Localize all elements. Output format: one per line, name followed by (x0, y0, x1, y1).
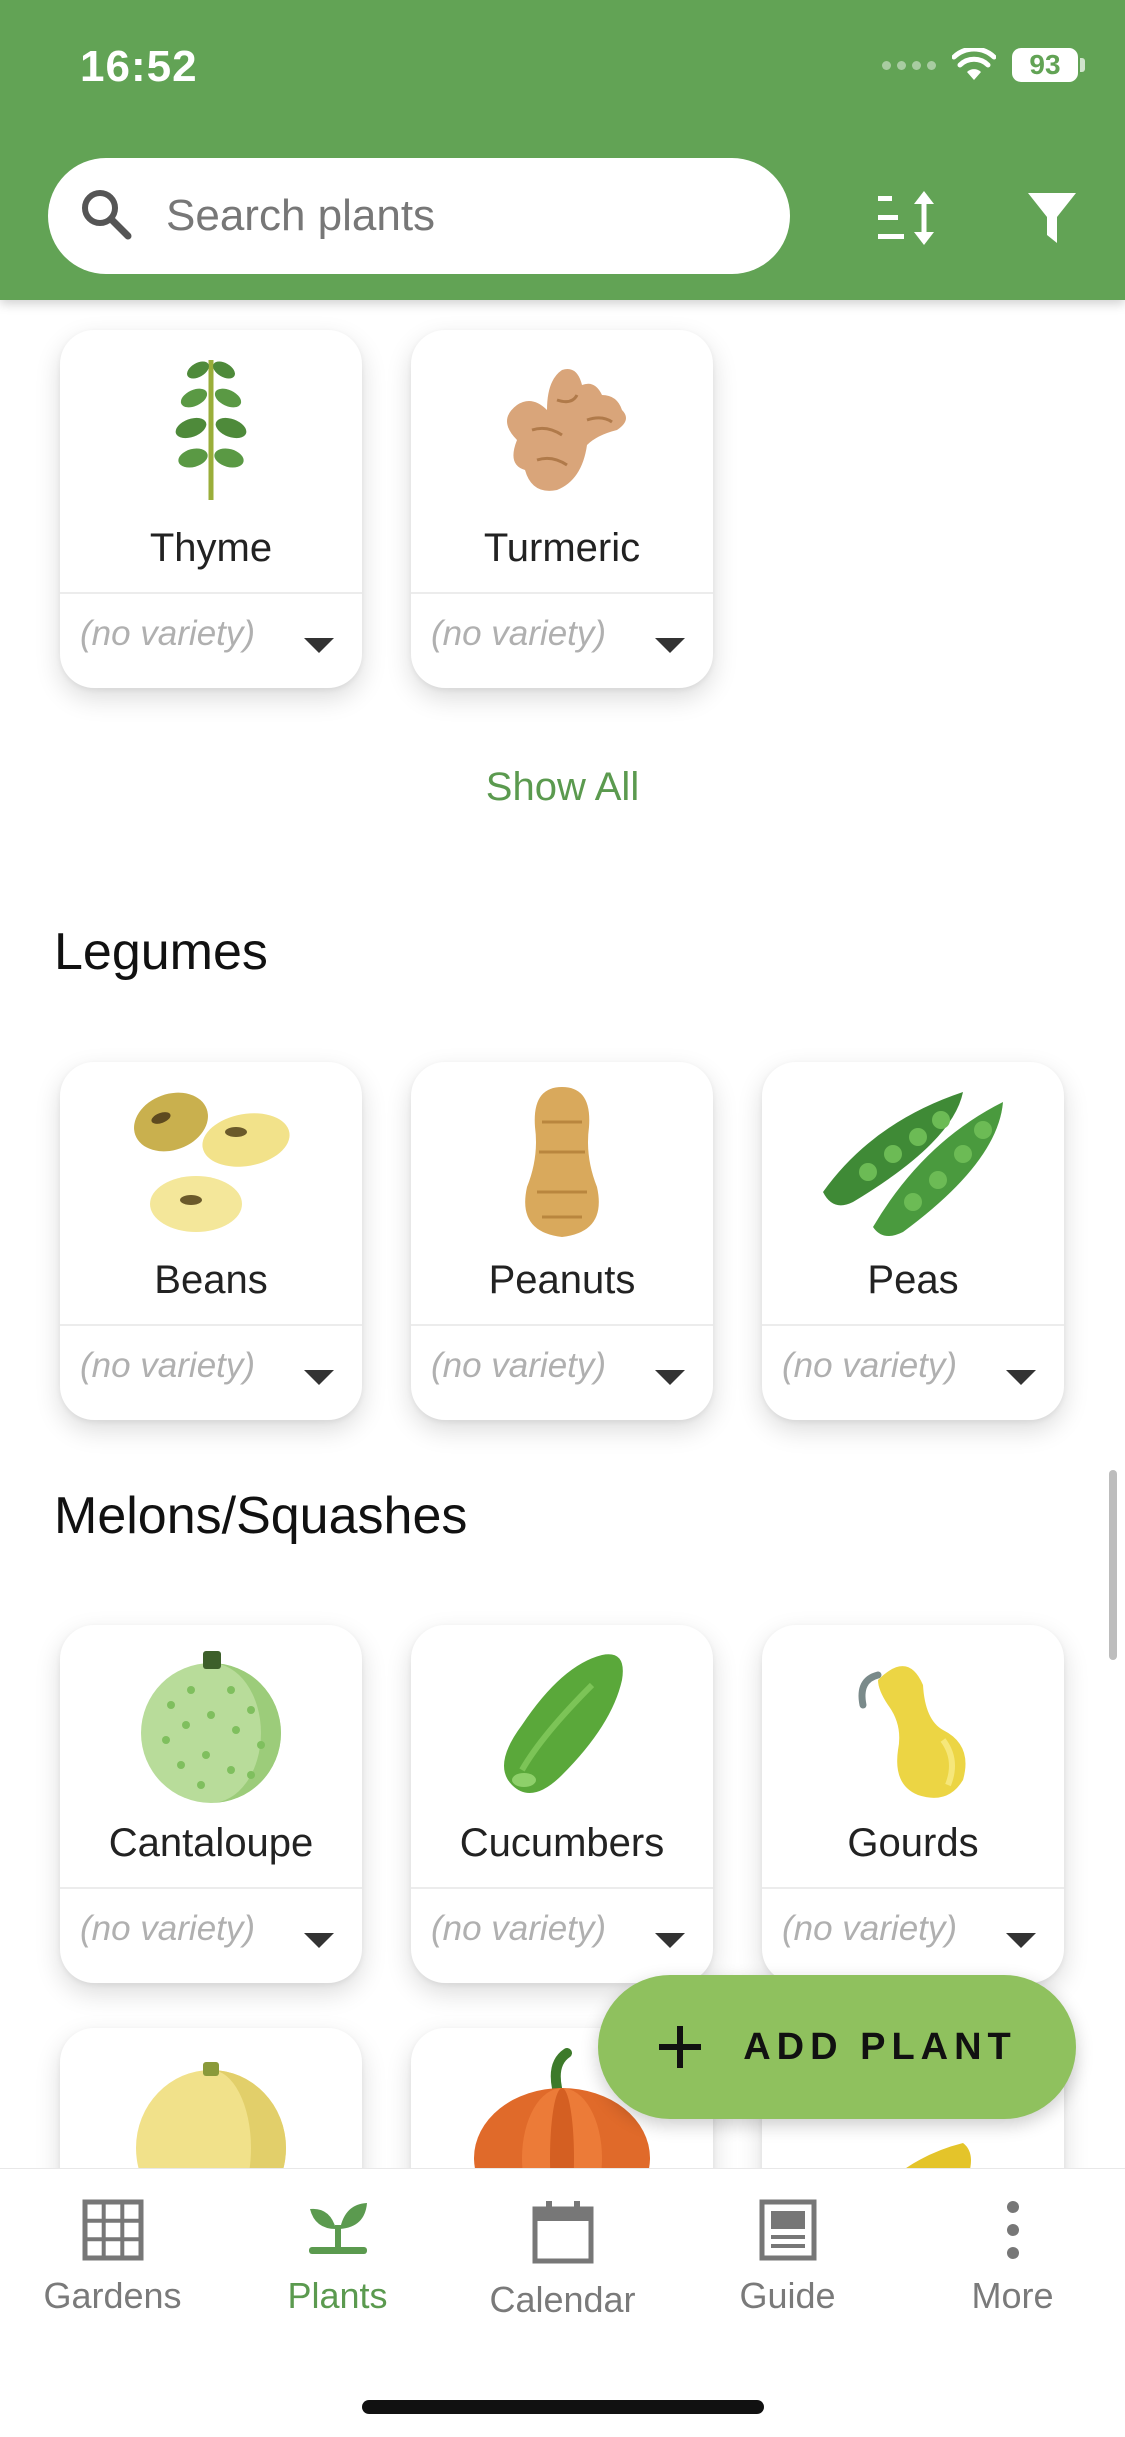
add-plant-button[interactable]: ADD PLANT (598, 1975, 1076, 2119)
plant-name: Peanuts (488, 1258, 636, 1302)
plant-name: Thyme (149, 526, 273, 570)
caret-down-icon[interactable] (304, 638, 334, 653)
turmeric-image (411, 350, 713, 500)
squash-image (60, 2048, 362, 2168)
status-icons: 93 (882, 48, 1085, 82)
plant-list[interactable]: Thyme (no variety) Turmeric (no variety)… (0, 300, 1125, 2168)
peas-image (762, 1082, 1064, 1236)
caret-down-icon[interactable] (304, 1933, 334, 1948)
scrollbar[interactable] (1109, 1470, 1117, 1660)
show-all-link[interactable]: Show All (0, 765, 1125, 810)
app-header: 16:52 93 (0, 0, 1125, 300)
plant-card-cucumbers[interactable]: Cucumbers (no variety) (411, 1625, 713, 1983)
variety-selector[interactable]: (no variety) (80, 1909, 255, 1949)
plant-name: Cucumbers (459, 1821, 665, 1865)
plant-card-partial[interactable] (60, 2028, 362, 2168)
nav-guide[interactable]: Guide (675, 2199, 900, 2317)
variety-selector[interactable]: (no variety) (431, 614, 606, 654)
sprout-icon (308, 2203, 367, 2254)
filter-button[interactable] (1012, 178, 1092, 258)
home-indicator (362, 2400, 764, 2414)
variety-selector[interactable]: (no variety) (782, 1346, 957, 1386)
search-input[interactable] (164, 190, 728, 242)
sort-icon (878, 191, 934, 245)
add-plant-label: ADD PLANT (743, 2025, 1017, 2068)
nav-plants[interactable]: Plants (225, 2199, 450, 2317)
guide-icon (759, 2199, 816, 2261)
search-icon (78, 186, 134, 247)
search-bar[interactable] (48, 158, 790, 274)
caret-down-icon[interactable] (1006, 1370, 1036, 1385)
plant-name: Beans (154, 1258, 268, 1302)
plant-card-beans[interactable]: Beans (no variety) (60, 1062, 362, 1420)
cantaloupe-image (60, 1645, 362, 1803)
variety-selector[interactable]: (no variety) (431, 1909, 606, 1949)
cucumbers-image (411, 1645, 713, 1795)
more-icon (1006, 2201, 1019, 2259)
section-title-melons: Melons/Squashes (54, 1487, 468, 1545)
plant-name: Peas (867, 1258, 959, 1302)
variety-selector[interactable]: (no variety) (782, 1909, 957, 1949)
caret-down-icon[interactable] (655, 638, 685, 653)
variety-selector[interactable]: (no variety) (80, 614, 255, 654)
gourds-image (762, 1645, 1064, 1798)
beans-image (60, 1082, 362, 1232)
plant-card-turmeric[interactable]: Turmeric (no variety) (411, 330, 713, 688)
caret-down-icon[interactable] (1006, 1933, 1036, 1948)
sort-button[interactable] (868, 178, 948, 258)
battery-icon: 93 (1012, 48, 1078, 82)
peanuts-image (411, 1082, 713, 1237)
section-title-legumes: Legumes (54, 923, 268, 981)
thyme-image (60, 350, 362, 500)
plant-card-gourds[interactable]: Gourds (no variety) (762, 1625, 1064, 1983)
caret-down-icon[interactable] (655, 1933, 685, 1948)
plant-name: Cantaloupe (108, 1821, 314, 1865)
variety-selector[interactable]: (no variety) (431, 1346, 606, 1386)
grid-icon (82, 2199, 143, 2261)
variety-selector[interactable]: (no variety) (80, 1346, 255, 1386)
plant-name: Gourds (847, 1821, 979, 1865)
caret-down-icon[interactable] (304, 1370, 334, 1385)
plant-card-peas[interactable]: Peas (no variety) (762, 1062, 1064, 1420)
calendar-icon (532, 2201, 593, 2264)
wifi-icon (952, 48, 996, 80)
nav-more[interactable]: More (900, 2199, 1125, 2317)
bottom-navigation: Gardens Plants Calendar Guide More (0, 2168, 1125, 2437)
plant-card-peanuts[interactable]: Peanuts (no variety) (411, 1062, 713, 1420)
nav-gardens[interactable]: Gardens (0, 2199, 225, 2317)
filter-icon (1028, 193, 1076, 243)
plant-card-cantaloupe[interactable]: Cantaloupe (no variety) (60, 1625, 362, 1983)
status-time: 16:52 (80, 42, 198, 91)
nav-calendar[interactable]: Calendar (450, 2199, 675, 2321)
plus-icon (659, 2026, 702, 2068)
caret-down-icon[interactable] (655, 1370, 685, 1385)
cellular-signal-icon (882, 60, 936, 70)
plant-card-thyme[interactable]: Thyme (no variety) (60, 330, 362, 688)
plant-name: Turmeric (483, 526, 641, 570)
